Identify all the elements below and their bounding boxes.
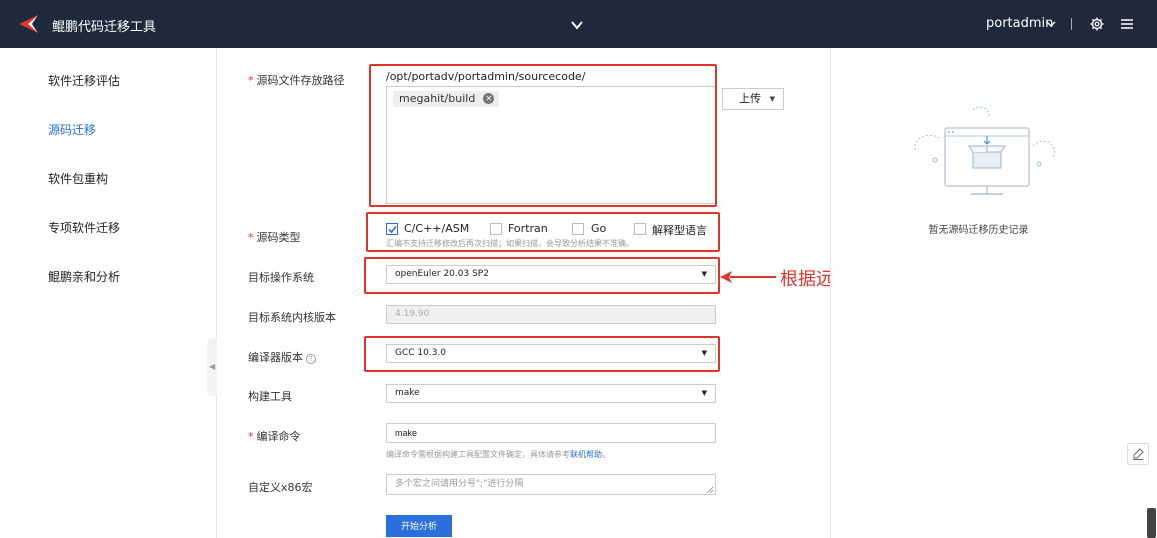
- x86-macro-textarea[interactable]: 多个宏之间请用分号";"进行分隔: [386, 474, 716, 495]
- caret-down-icon: ▼: [701, 389, 707, 397]
- chevron-down-icon[interactable]: [1046, 19, 1056, 29]
- empty-history-text: 暂无源码迁移历史记录: [928, 225, 1029, 236]
- upload-button-label: 上传: [739, 92, 761, 105]
- path-chip-label: megahit/build: [399, 92, 476, 105]
- hamburger-menu-icon[interactable]: [1120, 17, 1134, 31]
- annotation-arrow-icon: [720, 271, 776, 283]
- source-path-label: * 源码文件存放路径: [248, 74, 345, 87]
- edit-icon: [1133, 448, 1144, 460]
- app-title: 鲲鹏代码迁移工具: [52, 20, 157, 35]
- target-os-label: 目标操作系统: [248, 271, 314, 284]
- help-icon[interactable]: ?: [306, 354, 316, 364]
- target-os-select[interactable]: openEuler 20.03 SP2 ▼: [386, 265, 716, 284]
- source-type-label: * 源码类型: [248, 231, 301, 244]
- checkbox-fortran[interactable]: [490, 223, 502, 235]
- caret-down-icon: ▼: [769, 95, 775, 103]
- online-help-link[interactable]: 联机帮助: [570, 450, 602, 459]
- checkbox-cpp[interactable]: [386, 223, 398, 235]
- sidebar-item-software-assessment[interactable]: 软件迁移评估: [48, 72, 120, 89]
- sidebar-item-affinity-analysis[interactable]: 鲲鹏亲和分析: [48, 268, 120, 285]
- build-command-label: * 编译命令: [248, 430, 301, 443]
- x86-macro-label: 自定义x86宏: [248, 481, 313, 494]
- gear-icon[interactable]: [1090, 17, 1104, 31]
- scrollbar-thumb[interactable]: [1147, 508, 1156, 538]
- kunpeng-logo-icon: [19, 15, 38, 33]
- top-bar: 鲲鹏代码迁移工具 portadmin: [0, 0, 1157, 48]
- build-tool-value: make: [395, 388, 420, 398]
- kernel-version-field: 4.19.90: [386, 305, 716, 324]
- checkbox-go[interactable]: [572, 223, 584, 235]
- check-icon: [388, 225, 397, 234]
- user-menu[interactable]: portadmin: [986, 16, 1053, 31]
- header-separator: [1071, 18, 1072, 30]
- sidebar-item-source-migration[interactable]: 源码迁移: [48, 121, 96, 138]
- source-base-path: /opt/portadv/portadmin/sourcecode/: [386, 70, 586, 83]
- build-command-hint: 编译命令需根据构建工具配置文件确定，具体请参考联机帮助。: [386, 450, 610, 459]
- build-tool-select[interactable]: make ▼: [386, 384, 716, 403]
- compiler-version-select[interactable]: GCC 10.3.0 ▼: [386, 344, 716, 363]
- compiler-version-label: 编译器版本?: [248, 349, 316, 365]
- sidebar: 软件迁移评估 源码迁移 软件包重构 专项软件迁移 鲲鹏亲和分析 ◀: [0, 48, 217, 538]
- resize-handle-icon[interactable]: [707, 487, 713, 493]
- x86-macro-placeholder: 多个宏之间请用分号";"进行分隔: [395, 479, 524, 489]
- chevron-left-icon: ◀: [209, 362, 216, 371]
- checkbox-fortran-label: Fortran: [508, 222, 548, 235]
- build-command-input[interactable]: [386, 423, 716, 443]
- checkbox-cpp-label: C/C++/ASM: [404, 222, 470, 235]
- build-tool-label: 构建工具: [248, 390, 292, 403]
- sidebar-item-package-rebuild[interactable]: 软件包重构: [48, 170, 108, 187]
- chevron-down-icon[interactable]: [570, 18, 584, 32]
- checkbox-interpreted-label: 解释型语言: [652, 224, 707, 237]
- kernel-version-value: 4.19.90: [395, 309, 430, 319]
- sidebar-item-special-software[interactable]: 专项软件迁移: [48, 219, 120, 236]
- source-path-textarea[interactable]: megahit/build ✕: [386, 86, 716, 204]
- path-chip: megahit/build ✕: [393, 91, 500, 107]
- source-migration-form: * 源码文件存放路径 /opt/portadv/portadmin/sourcec…: [218, 48, 830, 538]
- target-os-value: openEuler 20.03 SP2: [395, 269, 489, 279]
- empty-history-illustration-icon: [914, 106, 1055, 195]
- caret-down-icon: ▼: [701, 349, 707, 357]
- kernel-version-label: 目标系统内核版本: [248, 311, 336, 324]
- compiler-version-value: GCC 10.3.0: [395, 348, 447, 358]
- checkbox-interpreted[interactable]: [634, 223, 646, 235]
- feedback-edit-button[interactable]: [1127, 443, 1149, 465]
- start-analysis-button[interactable]: 开始分析: [386, 515, 452, 537]
- caret-down-icon: ▼: [701, 270, 707, 278]
- history-panel: 暂无源码迁移历史记录: [830, 48, 1125, 538]
- close-icon[interactable]: ✕: [483, 93, 495, 104]
- checkbox-go-label: Go: [591, 222, 607, 235]
- upload-button[interactable]: 上传 ▼: [722, 88, 784, 110]
- source-type-hint: 汇编不支持迁移修改后再次扫描；如果扫描，会导致分析结果不准确。: [386, 239, 634, 248]
- sidebar-collapse-handle[interactable]: ◀: [207, 338, 217, 396]
